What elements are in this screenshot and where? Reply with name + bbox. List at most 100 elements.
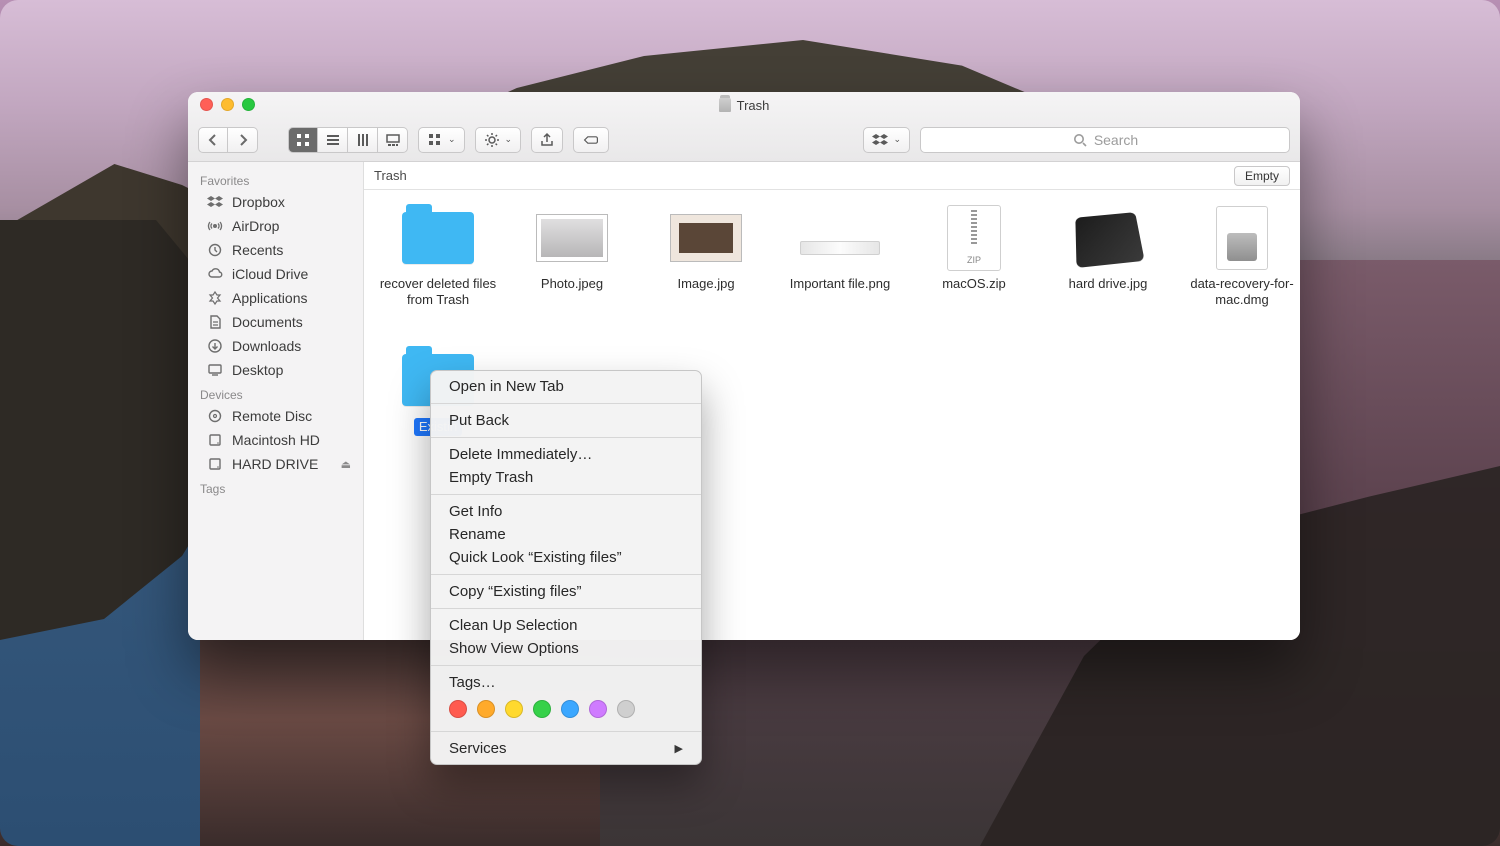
chevron-left-icon bbox=[205, 132, 221, 148]
sidebar-item-airdrop[interactable]: AirDrop bbox=[188, 214, 363, 238]
close-window-button[interactable] bbox=[200, 98, 213, 111]
file-item[interactable]: hard drive.jpg bbox=[1044, 204, 1172, 340]
tag-color-org[interactable] bbox=[477, 700, 495, 718]
search-input[interactable]: Search bbox=[920, 127, 1290, 153]
sidebar-section-header: Tags bbox=[188, 476, 363, 498]
tag-color-blu[interactable] bbox=[561, 700, 579, 718]
downloads-icon bbox=[206, 338, 224, 354]
sidebar: Favorites Dropbox AirDrop Recents iCloud Dri… bbox=[188, 162, 364, 640]
gallery-icon bbox=[385, 132, 401, 148]
tag-color-grn[interactable] bbox=[533, 700, 551, 718]
sidebar-item-label: Dropbox bbox=[232, 194, 285, 210]
file-item[interactable]: Image.jpg bbox=[642, 204, 770, 340]
tag-icon bbox=[583, 132, 599, 148]
png-icon bbox=[799, 204, 881, 272]
file-item[interactable]: data-recovery-for-mac.dmg bbox=[1178, 204, 1300, 340]
context-menu: Open in New Tab Put Back Delete Immediatel… bbox=[430, 370, 702, 765]
share-button[interactable] bbox=[531, 127, 563, 153]
sidebar-item-remote-disc[interactable]: Remote Disc bbox=[188, 404, 363, 428]
apps-icon bbox=[206, 290, 224, 306]
sidebar-item-applications[interactable]: Applications bbox=[188, 286, 363, 310]
tag-color-gry[interactable] bbox=[617, 700, 635, 718]
group-by-button[interactable]: ⌄ bbox=[418, 127, 465, 153]
window-title: Trash bbox=[737, 98, 770, 113]
file-item[interactable]: recover deleted files from Trash bbox=[374, 204, 502, 340]
location-label: Trash bbox=[374, 168, 407, 183]
menu-item[interactable]: Clean Up Selection bbox=[431, 614, 701, 637]
file-item[interactable]: Important file.png bbox=[776, 204, 904, 340]
sidebar-item-label: Documents bbox=[232, 314, 303, 330]
dropbox-icon bbox=[872, 132, 888, 148]
sidebar-item-recents[interactable]: Recents bbox=[188, 238, 363, 262]
menu-separator bbox=[431, 608, 701, 609]
sidebar-section-header: Favorites bbox=[188, 168, 363, 190]
view-gallery-button[interactable] bbox=[378, 127, 408, 153]
sidebar-item-downloads[interactable]: Downloads bbox=[188, 334, 363, 358]
menu-item[interactable]: Delete Immediately… bbox=[431, 443, 701, 466]
sidebar-item-desktop[interactable]: Desktop bbox=[188, 358, 363, 382]
sidebar-item-hard-drive[interactable]: HARD DRIVE ⏏ bbox=[188, 452, 363, 476]
image-icon bbox=[665, 204, 747, 272]
menu-separator bbox=[431, 494, 701, 495]
hd-icon bbox=[1067, 204, 1149, 272]
fullscreen-window-button[interactable] bbox=[242, 98, 255, 111]
menu-separator bbox=[431, 437, 701, 438]
sidebar-section-header: Devices bbox=[188, 382, 363, 404]
menu-item[interactable]: Services bbox=[431, 737, 701, 760]
minimize-window-button[interactable] bbox=[221, 98, 234, 111]
file-item[interactable]: macOS.zip bbox=[910, 204, 1038, 340]
columns-icon bbox=[355, 132, 371, 148]
menu-item[interactable]: Open in New Tab bbox=[431, 375, 701, 398]
menu-item[interactable]: Put Back bbox=[431, 409, 701, 432]
menu-item[interactable]: Copy “Existing files” bbox=[431, 580, 701, 603]
file-label: Important file.png bbox=[790, 276, 890, 292]
chevron-down-icon: ⌄ bbox=[893, 134, 901, 145]
edit-tags-button[interactable] bbox=[573, 127, 609, 153]
chevron-down-icon: ⌄ bbox=[448, 134, 456, 145]
menu-separator bbox=[431, 665, 701, 666]
eject-icon[interactable]: ⏏ bbox=[341, 458, 351, 471]
view-list-button[interactable] bbox=[318, 127, 348, 153]
menu-item[interactable]: Show View Options bbox=[431, 637, 701, 660]
gear-icon bbox=[484, 132, 500, 148]
sidebar-item-label: AirDrop bbox=[232, 218, 279, 234]
view-mode-segment bbox=[288, 127, 408, 153]
sidebar-item-dropbox[interactable]: Dropbox bbox=[188, 190, 363, 214]
action-menu-button[interactable]: ⌄ bbox=[475, 127, 522, 153]
sidebar-item-macintosh-hd[interactable]: Macintosh HD bbox=[188, 428, 363, 452]
desktop-icon bbox=[206, 362, 224, 378]
search-placeholder: Search bbox=[1094, 132, 1138, 148]
sidebar-item-documents[interactable]: Documents bbox=[188, 310, 363, 334]
tag-color-yel[interactable] bbox=[505, 700, 523, 718]
finder-window: Trash bbox=[188, 92, 1300, 640]
menu-item[interactable]: Quick Look “Existing files” bbox=[431, 546, 701, 569]
sidebar-item-label: HARD DRIVE bbox=[232, 456, 318, 472]
menu-item[interactable]: Tags… bbox=[431, 671, 701, 694]
view-columns-button[interactable] bbox=[348, 127, 378, 153]
file-item[interactable]: Photo.jpeg bbox=[508, 204, 636, 340]
file-label: macOS.zip bbox=[942, 276, 1006, 292]
tag-color-pur[interactable] bbox=[589, 700, 607, 718]
menu-item[interactable]: Empty Trash bbox=[431, 466, 701, 489]
nav-back-button[interactable] bbox=[198, 127, 228, 153]
sidebar-item-label: Recents bbox=[232, 242, 283, 258]
menu-item[interactable]: Get Info bbox=[431, 500, 701, 523]
location-bar: Trash Empty bbox=[364, 162, 1300, 190]
sidebar-item-label: Remote Disc bbox=[232, 408, 312, 424]
menu-item[interactable]: Rename bbox=[431, 523, 701, 546]
tag-color-red[interactable] bbox=[449, 700, 467, 718]
empty-trash-button[interactable]: Empty bbox=[1234, 166, 1290, 186]
nav-forward-button[interactable] bbox=[228, 127, 258, 153]
menu-tags-row bbox=[431, 694, 701, 726]
titlebar: Trash bbox=[188, 92, 1300, 162]
zip-icon bbox=[933, 204, 1015, 272]
list-icon bbox=[325, 132, 341, 148]
dropbox-icon bbox=[206, 194, 224, 210]
sidebar-item-icloud-drive[interactable]: iCloud Drive bbox=[188, 262, 363, 286]
dropbox-menu-button[interactable]: ⌄ bbox=[863, 127, 910, 153]
icloud-icon bbox=[206, 266, 224, 282]
sidebar-item-label: iCloud Drive bbox=[232, 266, 308, 282]
sidebar-item-label: Macintosh HD bbox=[232, 432, 320, 448]
dmg-icon bbox=[1201, 204, 1283, 272]
view-icons-button[interactable] bbox=[288, 127, 318, 153]
